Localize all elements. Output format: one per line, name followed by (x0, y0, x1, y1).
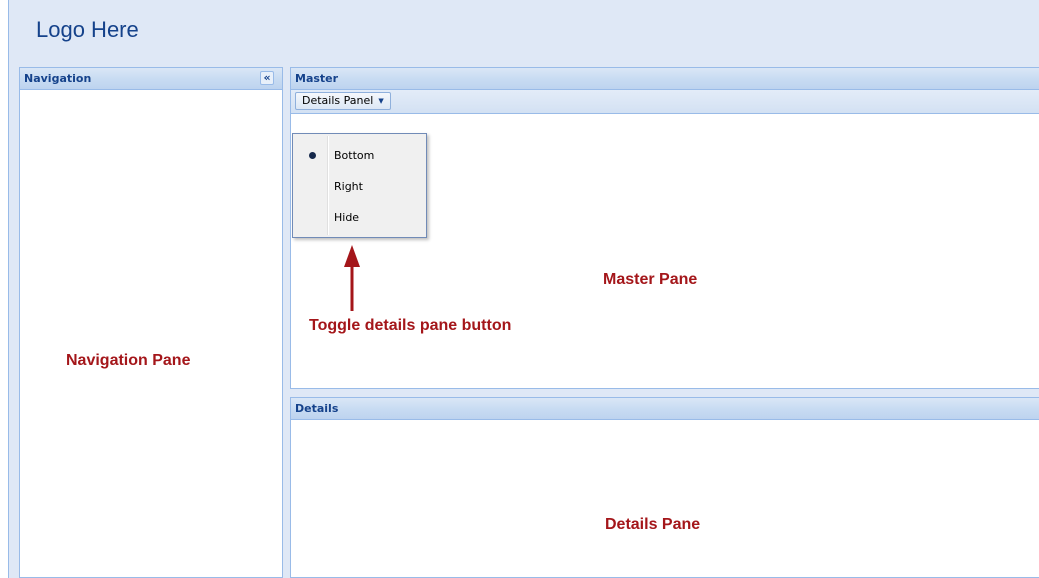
details-panel-button-label: Details Panel (302, 94, 374, 107)
navigation-title: Navigation (24, 72, 92, 85)
radio-dot-icon (309, 152, 316, 159)
details-pane-label: Details Pane (605, 516, 701, 533)
details-panel-menu: Bottom Right Hide (292, 133, 427, 238)
navigation-pane-label: Navigation Pane (66, 352, 191, 369)
details-panel-button[interactable]: Details Panel ▼ (295, 92, 391, 110)
app-viewport: Logo Here Navigation « Navigation Pane M… (8, 0, 1039, 578)
triangle-down-icon: ▼ (378, 97, 384, 105)
master-title: Master (295, 72, 339, 85)
annotation-text: Toggle details pane button (309, 317, 512, 334)
navigation-panel-header: Navigation « (20, 68, 282, 90)
details-panel-header: Details (291, 398, 1039, 420)
master-toolbar: Details Panel ▼ (291, 90, 1039, 114)
details-panel: Details Details Pane (290, 397, 1039, 578)
menu-item-hide[interactable]: Hide (295, 204, 424, 232)
details-title: Details (295, 402, 339, 415)
annotation-arrow (344, 245, 360, 311)
menu-item-label: Hide (334, 211, 360, 224)
menu-item-label: Bottom (334, 149, 375, 162)
menu-item-right[interactable]: Right (295, 173, 424, 201)
double-chevron-left-icon: « (263, 71, 271, 84)
logo-text: Logo Here (36, 17, 139, 42)
master-panel-header: Master (291, 68, 1039, 90)
collapse-navigation-button[interactable]: « (260, 71, 274, 85)
navigation-panel: Navigation « Navigation Pane (19, 67, 283, 578)
master-pane-label: Master Pane (603, 271, 698, 288)
menu-item-bottom[interactable]: Bottom (295, 142, 424, 170)
menu-item-label: Right (334, 180, 363, 193)
